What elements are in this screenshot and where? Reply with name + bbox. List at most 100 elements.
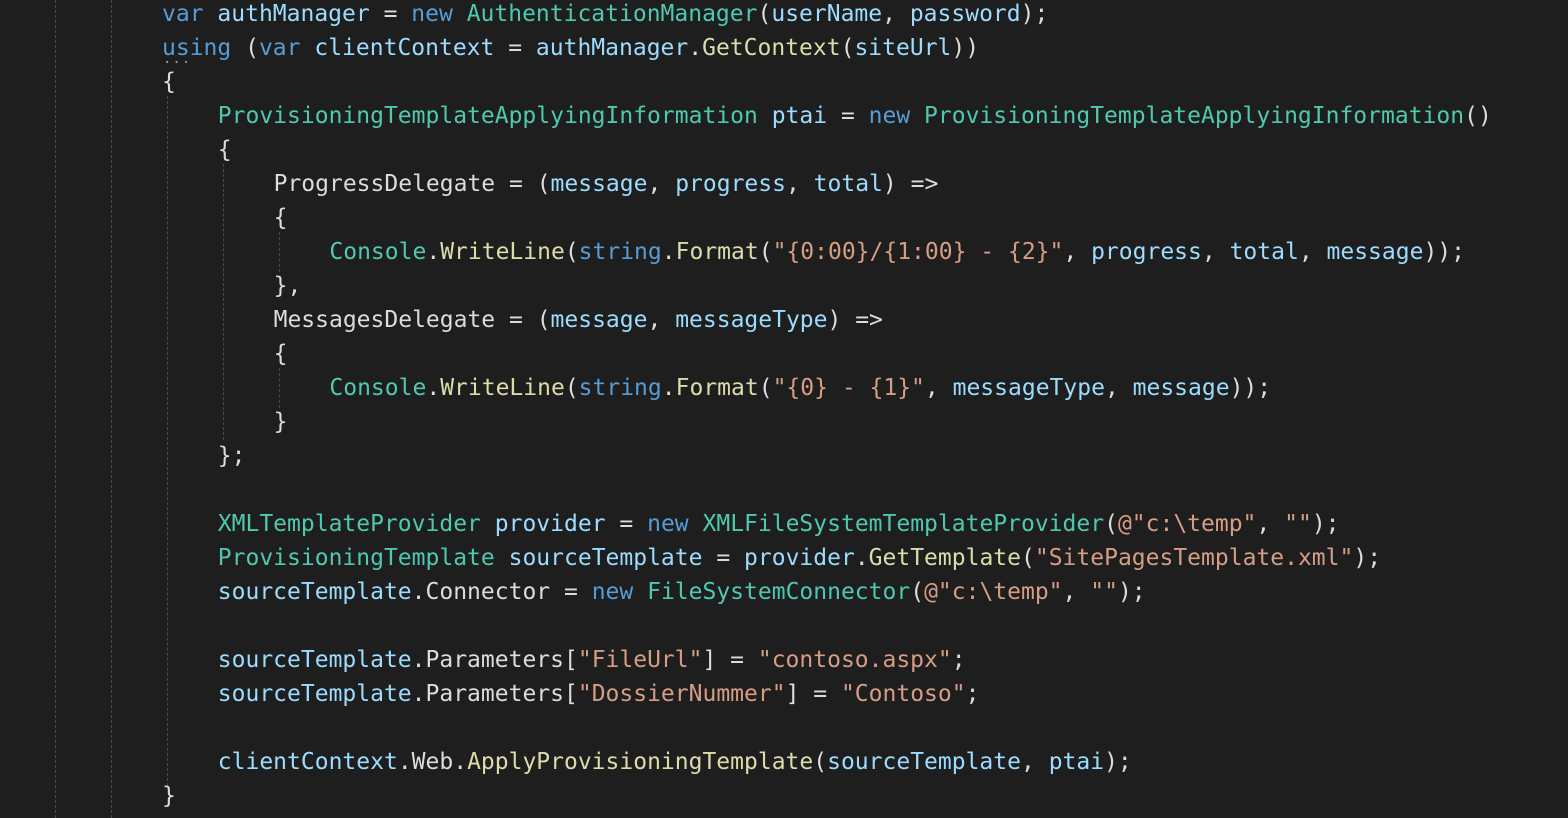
identifier-token: sourceTemplate (827, 749, 1021, 775)
punctuation-token: ] = (785, 681, 841, 707)
identifier-token: sourceTemplate (508, 545, 703, 571)
punctuation-token (689, 511, 703, 537)
punctuation-token: ( (758, 375, 773, 401)
punctuation-token: { (273, 341, 288, 367)
punctuation-token: .Parameters[ (411, 647, 578, 673)
punctuation-token: ); (1020, 1, 1049, 27)
punctuation-token: . (854, 545, 869, 571)
punctuation-token: ( (564, 375, 579, 401)
identifier-token: message (1132, 375, 1230, 401)
type-token: XMLFileSystemTemplateProvider (702, 511, 1105, 537)
punctuation-token: ( (758, 239, 773, 265)
code-line[interactable]: sourceTemplate.Connector = new FileSyste… (218, 575, 1146, 609)
identifier-token: ptai (1048, 749, 1105, 775)
code-line[interactable]: var authManager = new AuthenticationMana… (162, 0, 1048, 31)
code-line[interactable]: }, (274, 269, 302, 303)
punctuation-token: = (827, 103, 869, 129)
identifier-token: password (909, 1, 1021, 27)
indent-guide (279, 232, 280, 272)
code-line[interactable]: } (274, 405, 288, 439)
identifier-token: authManager (217, 1, 370, 27)
punctuation-token: }; (217, 443, 246, 469)
identifier-token: clientContext (314, 35, 495, 61)
punctuation-token: ProgressDelegate = ( (273, 171, 551, 197)
string-token: "" (1284, 511, 1312, 537)
punctuation-token: )) (951, 35, 980, 61)
code-line[interactable]: { (162, 65, 176, 99)
punctuation-token: )); (1423, 239, 1465, 265)
code-line[interactable]: ProgressDelegate = (message, progress, t… (274, 167, 939, 201)
identifier-token: message (1326, 239, 1424, 265)
punctuation-token: ( (757, 1, 772, 27)
code-editor[interactable]: ··· var authManager = new Authentication… (0, 0, 1568, 818)
code-line[interactable]: Console.WriteLine(string.Format("{0} - {… (329, 371, 1271, 405)
punctuation-token (495, 545, 509, 571)
method-token: GetTemplate (868, 545, 1021, 571)
punctuation-token: , (1298, 239, 1327, 265)
string-token: "" (1090, 579, 1118, 605)
punctuation-token: , (1104, 375, 1133, 401)
string-token: "DossierNummer" (577, 681, 786, 707)
indent-guide (55, 0, 56, 818)
code-line[interactable]: ProvisioningTemplateApplyingInformation … (218, 99, 1492, 133)
punctuation-token: } (273, 409, 288, 435)
identifier-token: total (813, 171, 883, 197)
string-token: "SitePagesTemplate.xml" (1034, 545, 1354, 571)
punctuation-token: , (1201, 239, 1230, 265)
punctuation-token: , (647, 171, 676, 197)
code-line[interactable]: MessagesDelegate = (message, messageType… (274, 303, 883, 337)
code-line[interactable]: { (218, 133, 232, 167)
punctuation-token (481, 511, 495, 537)
code-line[interactable]: sourceTemplate.Parameters["FileUrl"] = "… (218, 643, 966, 677)
punctuation-token: , (647, 307, 676, 333)
punctuation-token (910, 103, 924, 129)
punctuation-token: . (426, 375, 441, 401)
identifier-token: sourceTemplate (217, 681, 412, 707)
identifier-token: sourceTemplate (217, 579, 412, 605)
code-line[interactable]: Console.WriteLine(string.Format("{0:00}/… (329, 235, 1465, 269)
punctuation-token: ( (231, 35, 259, 61)
punctuation-token: . (426, 239, 441, 265)
code-line[interactable]: clientContext.Web.ApplyProvisioningTempl… (218, 745, 1132, 779)
method-token: Format (675, 375, 759, 401)
punctuation-token: ( (840, 35, 855, 61)
identifier-token: message (550, 171, 648, 197)
punctuation-token: , (785, 171, 814, 197)
punctuation-token: = (605, 511, 648, 537)
punctuation-token: ); (1104, 749, 1132, 775)
identifier-token: clientContext (217, 749, 398, 775)
type-token: ProvisioningTemplateApplyingInformation (924, 103, 1465, 129)
code-line[interactable]: ProvisioningTemplate sourceTemplate = pr… (218, 541, 1381, 575)
identifier-token: messageType (952, 375, 1105, 401)
string-token: @"c:\temp" (924, 579, 1063, 605)
identifier-token: provider (744, 545, 855, 571)
punctuation-token: . (688, 35, 703, 61)
type-token: XMLTemplateProvider (217, 511, 481, 537)
punctuation-token: ; (951, 647, 966, 673)
punctuation-token: ( (910, 579, 925, 605)
punctuation-token: .Connector = (411, 579, 592, 605)
type-token: Console (329, 239, 427, 265)
identifier-token: authManager (535, 35, 689, 61)
code-line[interactable]: }; (218, 439, 246, 473)
keyword-token: var (162, 1, 204, 27)
keyword-token: new (868, 103, 911, 129)
keyword-token: new (411, 1, 453, 27)
identifier-token: total (1229, 239, 1299, 265)
indent-guide (223, 164, 224, 440)
punctuation-token: { (162, 69, 176, 95)
punctuation-token: ) => (827, 307, 883, 333)
code-line[interactable]: sourceTemplate.Parameters["DossierNummer… (218, 677, 980, 711)
code-line[interactable]: } (162, 779, 176, 813)
code-line[interactable]: XMLTemplateProvider provider = new XMLFi… (218, 507, 1340, 541)
string-token: "FileUrl" (577, 647, 703, 673)
punctuation-token: , (1020, 749, 1049, 775)
punctuation-token: ); (1117, 579, 1146, 605)
punctuation-token: }, (273, 273, 302, 299)
method-token: ApplyProvisioningTemplate (467, 749, 814, 775)
code-line[interactable]: { (274, 337, 288, 371)
type-token: Console (329, 375, 427, 401)
identifier-token: provider (494, 511, 606, 537)
code-line[interactable]: using (var clientContext = authManager.G… (162, 31, 979, 65)
code-line[interactable]: { (274, 201, 288, 235)
